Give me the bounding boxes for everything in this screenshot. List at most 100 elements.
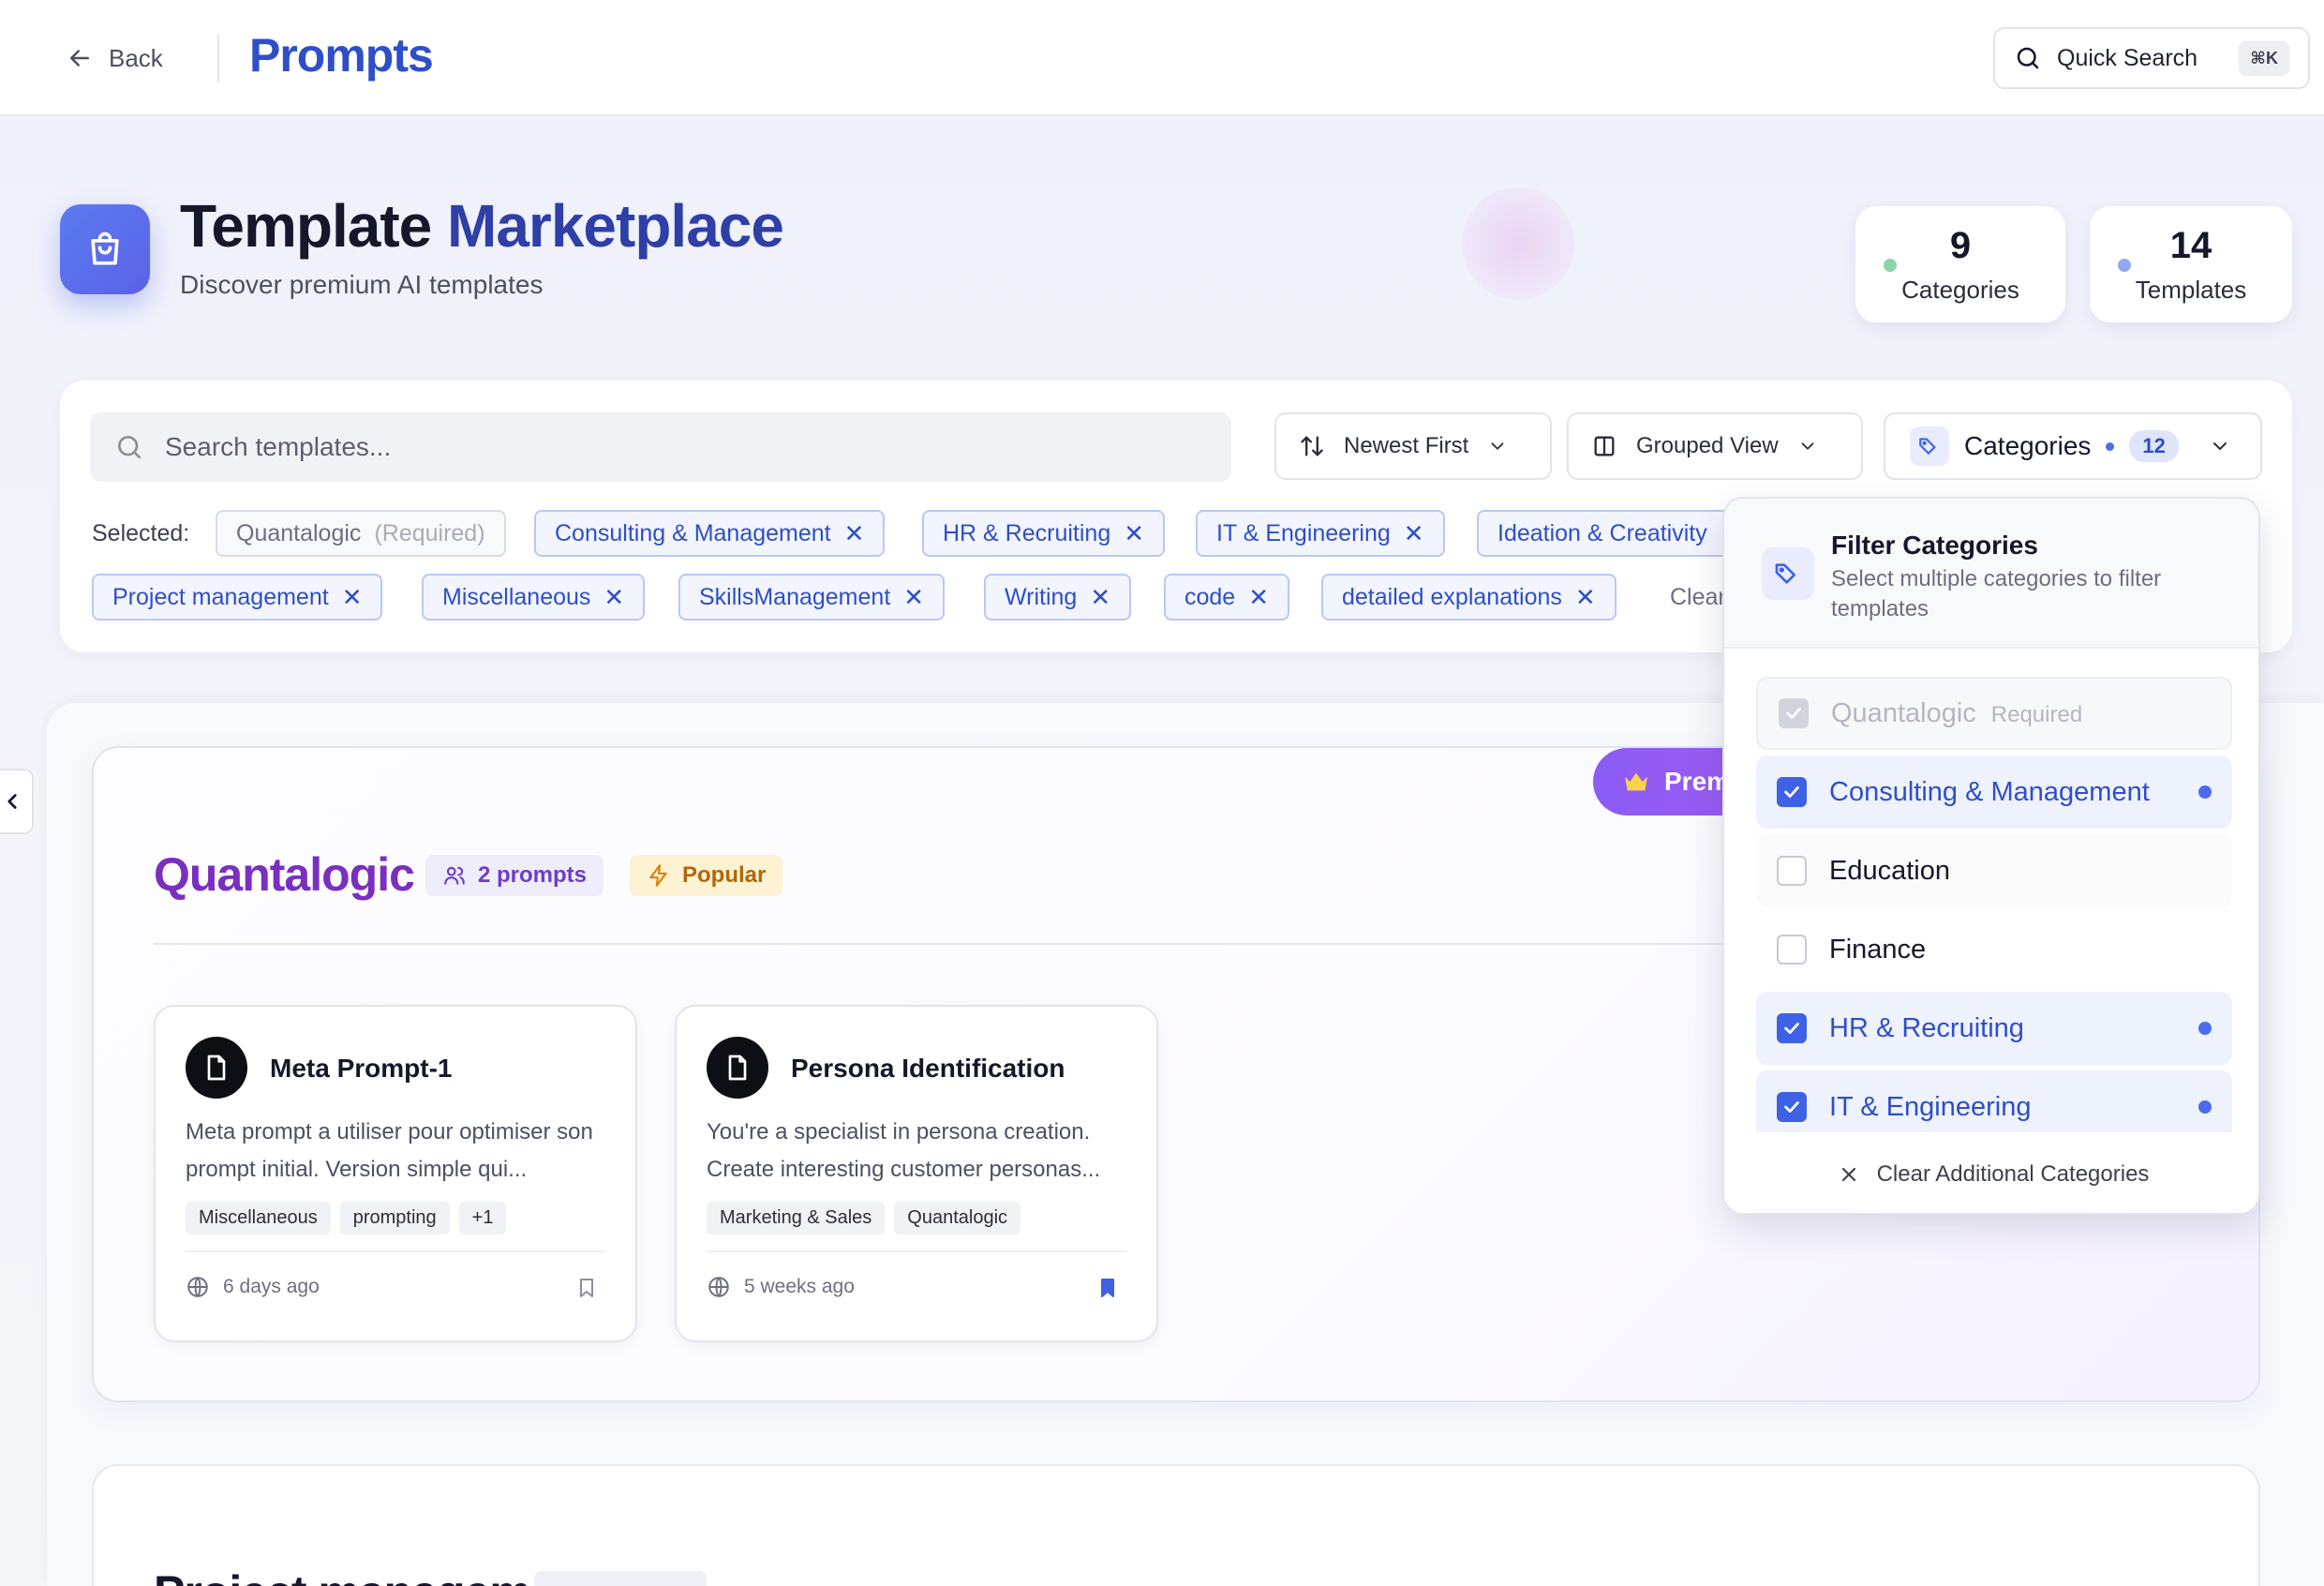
indicator-dot <box>2106 441 2115 451</box>
option-label: HR & Recruiting <box>1829 1012 2024 1043</box>
close-icon[interactable]: ✕ <box>1404 519 1424 548</box>
chip-filter[interactable]: detailed explanations ✕ <box>1321 574 1616 621</box>
chip-label: Miscellaneous <box>442 583 591 610</box>
back-label: Back <box>109 43 163 72</box>
close-icon[interactable]: ✕ <box>1124 519 1144 548</box>
tag-list: Marketing & Sales Quantalogic <box>707 1202 1021 1234</box>
back-button[interactable]: Back <box>66 37 163 79</box>
chip-filter[interactable]: Writing ✕ <box>984 574 1132 621</box>
categories-dropdown-button[interactable]: Categories 12 <box>1884 412 2262 480</box>
tag-list: Miscellaneous prompting +1 <box>186 1202 507 1234</box>
close-icon[interactable]: ✕ <box>1248 583 1269 612</box>
chip-label: SkillsManagement <box>699 583 891 610</box>
categories-count-badge: 12 <box>2129 430 2179 462</box>
chip-filter[interactable]: IT & Engineering ✕ <box>1196 510 1445 557</box>
prompt-card[interactable]: Meta Prompt-1 Meta prompt a utiliser pou… <box>154 1005 637 1342</box>
decorative-glow <box>1462 187 1574 300</box>
clear-additional-label: Clear Additional Categories <box>1876 1161 2150 1187</box>
sort-label: Newest First <box>1344 433 1469 458</box>
quick-search-label: Quick Search <box>2057 44 2198 71</box>
tag: Marketing & Sales <box>707 1202 886 1234</box>
prompt-title: Persona Identification <box>791 1054 1065 1083</box>
clear-selection-link[interactable]: Clear <box>1670 584 1726 611</box>
dropdown-title: Filter Categories <box>1831 531 2038 560</box>
divider <box>707 1250 1126 1252</box>
page-title-part2: Marketplace <box>447 192 784 260</box>
view-label: Grouped View <box>1636 433 1779 458</box>
document-icon <box>707 1037 768 1099</box>
category-option-education[interactable]: Education <box>1756 834 2232 907</box>
prompt-time: 6 days ago <box>223 1276 320 1297</box>
selected-label: Selected: <box>92 520 190 546</box>
chip-filter[interactable]: Project management ✕ <box>92 574 383 621</box>
search-input[interactable]: Search templates... <box>90 412 1231 482</box>
close-icon[interactable]: ✕ <box>1090 583 1110 612</box>
stat-value: 9 <box>1949 225 1972 266</box>
checkbox[interactable] <box>1777 935 1807 965</box>
tags-icon <box>1762 547 1814 600</box>
category-option-finance[interactable]: Finance <box>1756 913 2232 986</box>
quick-search-button[interactable]: Quick Search ⌘K <box>1993 27 2310 89</box>
close-icon[interactable]: ✕ <box>844 519 865 548</box>
chip-label: Ideation & Creativity <box>1497 519 1707 546</box>
category-option-consulting[interactable]: Consulting & Management <box>1756 756 2232 829</box>
close-icon[interactable]: ✕ <box>342 583 363 612</box>
category-option-quantalogic: Quantalogic Required <box>1756 677 2232 750</box>
checkbox[interactable] <box>1777 777 1807 807</box>
chip-filter[interactable]: HR & Recruiting ✕ <box>922 510 1166 557</box>
sort-dropdown[interactable]: Newest First <box>1274 412 1552 480</box>
arrow-left-icon <box>70 50 89 67</box>
chip-filter[interactable]: SkillsManagement ✕ <box>678 574 946 621</box>
tag: Quantalogic <box>894 1202 1021 1234</box>
dropdown-subtitle: Select multiple categories to filter tem… <box>1831 566 2162 621</box>
close-icon[interactable]: ✕ <box>1575 583 1596 612</box>
collapse-button[interactable] <box>0 769 34 834</box>
chip-filter[interactable]: Miscellaneous ✕ <box>422 574 646 621</box>
categories-label: Categories <box>1964 431 2092 460</box>
prompt-description: Meta prompt a utiliser pour optimiser so… <box>186 1119 593 1182</box>
chip-required: Quantalogic (Required) <box>216 510 506 557</box>
chip-label: detailed explanations <box>1342 583 1562 610</box>
prompt-time: 5 weeks ago <box>744 1276 855 1297</box>
check-icon <box>1784 786 1799 798</box>
checkbox[interactable] <box>1777 856 1807 886</box>
required-note: (Required) <box>374 519 485 546</box>
checkbox <box>1779 698 1809 728</box>
close-icon[interactable]: ✕ <box>603 583 624 612</box>
chip-filter[interactable]: Consulting & Management ✕ <box>534 510 886 557</box>
prompts-count-badge <box>534 1571 707 1586</box>
chevron-left-icon <box>7 794 17 809</box>
stat-label: Templates <box>2135 276 2247 304</box>
prompt-card[interactable]: Persona Identification You're a speciali… <box>675 1005 1158 1342</box>
popular-label: Popular <box>682 862 767 888</box>
chip-label: Quantalogic <box>236 519 362 546</box>
chevron-down-icon <box>1801 442 1814 450</box>
checkbox[interactable] <box>1777 1013 1807 1043</box>
chip-filter[interactable]: Ideation & Creativity✕ <box>1477 510 1762 557</box>
bookmark-filled-icon[interactable] <box>1096 1277 1119 1299</box>
tag: +1 <box>458 1202 507 1234</box>
category-option-hr[interactable]: HR & Recruiting <box>1756 992 2232 1065</box>
bookmark-icon[interactable] <box>575 1277 598 1299</box>
chip-filter[interactable]: code ✕ <box>1164 574 1290 621</box>
divider <box>217 34 219 82</box>
categories-stat-card: 9 Categories <box>1855 206 2065 322</box>
prompt-description: You're a specialist in persona creation.… <box>707 1119 1101 1182</box>
shopping-bag-icon <box>60 204 150 294</box>
chip-label: Writing <box>1005 583 1078 610</box>
chip-label: code <box>1184 583 1236 610</box>
required-note: Required <box>1990 701 2083 727</box>
group-title: Quantalogic <box>154 848 415 901</box>
globe-icon <box>187 1277 208 1297</box>
templates-stat-card: 14 Templates <box>2090 206 2292 322</box>
close-icon[interactable]: ✕ <box>903 583 924 612</box>
clear-additional-categories-button[interactable]: Clear Additional Categories <box>1724 1132 2258 1213</box>
sort-arrows-icon <box>1301 436 1323 456</box>
page-title-part1: Template <box>180 192 432 260</box>
chevron-down-icon <box>1491 442 1504 450</box>
prompts-count-badge: 2 prompts <box>425 855 604 896</box>
page-subtitle: Discover premium AI templates <box>180 270 544 299</box>
close-icon <box>1841 1167 1855 1182</box>
view-dropdown[interactable]: Grouped View <box>1567 412 1863 480</box>
checkbox[interactable] <box>1777 1092 1807 1122</box>
